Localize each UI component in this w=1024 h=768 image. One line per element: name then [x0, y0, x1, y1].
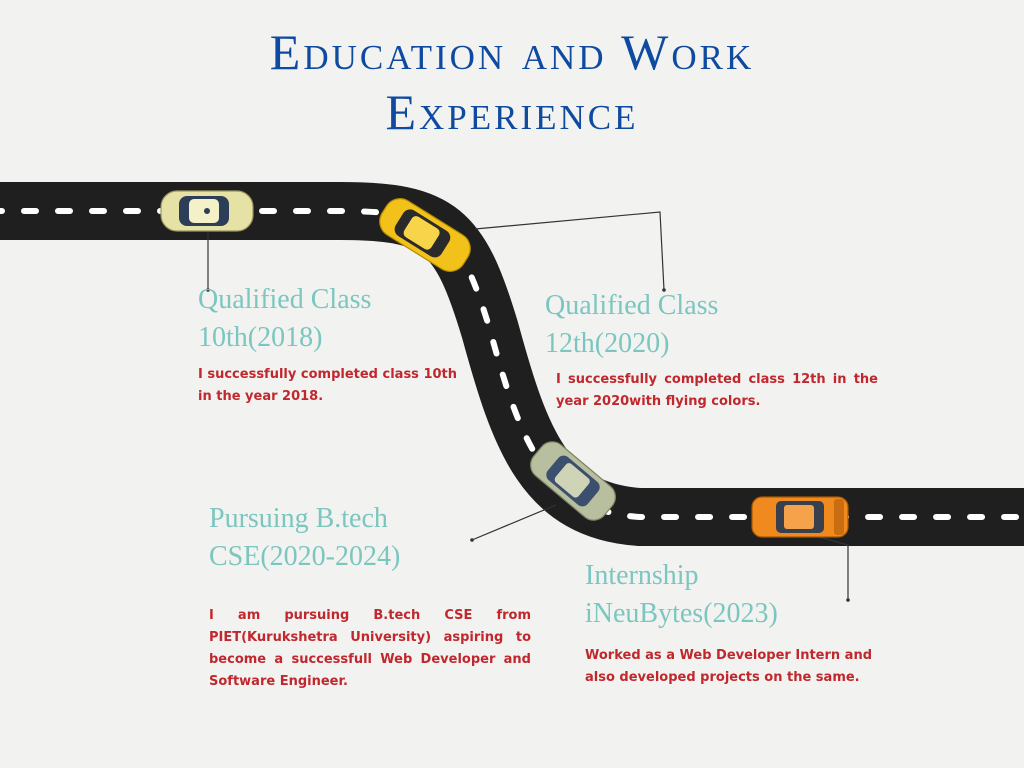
- milestone-12th-heading: Qualified Class 12th(2020): [545, 290, 719, 359]
- milestone-internship-description: Worked as a Web Developer Intern and als…: [585, 648, 873, 685]
- road: [0, 182, 1024, 546]
- page-title: Education and Work Experience: [0, 22, 1024, 142]
- milestone-internship-heading: Internship iNeuBytes(2023): [585, 560, 778, 629]
- milestone-10th-description: I successfully completed class 10th in t…: [198, 367, 458, 404]
- page-title-line-1: Education and Work: [269, 24, 755, 80]
- car-orange-icon: [751, 496, 849, 538]
- milestone-btech-description: I am pursuing B.tech CSE from PIET(Kuruk…: [209, 608, 531, 689]
- milestone-12th-description: I successfully completed class 12th in t…: [556, 372, 878, 409]
- milestone-btech-heading: Pursuing B.tech CSE(2020-2024): [209, 503, 401, 572]
- milestone-10th-heading: Qualified Class 10th(2018): [198, 284, 372, 353]
- car-light-green-icon: [160, 190, 254, 232]
- page-title-line-2: Experience: [385, 84, 639, 140]
- connector-12th: [474, 211, 665, 291]
